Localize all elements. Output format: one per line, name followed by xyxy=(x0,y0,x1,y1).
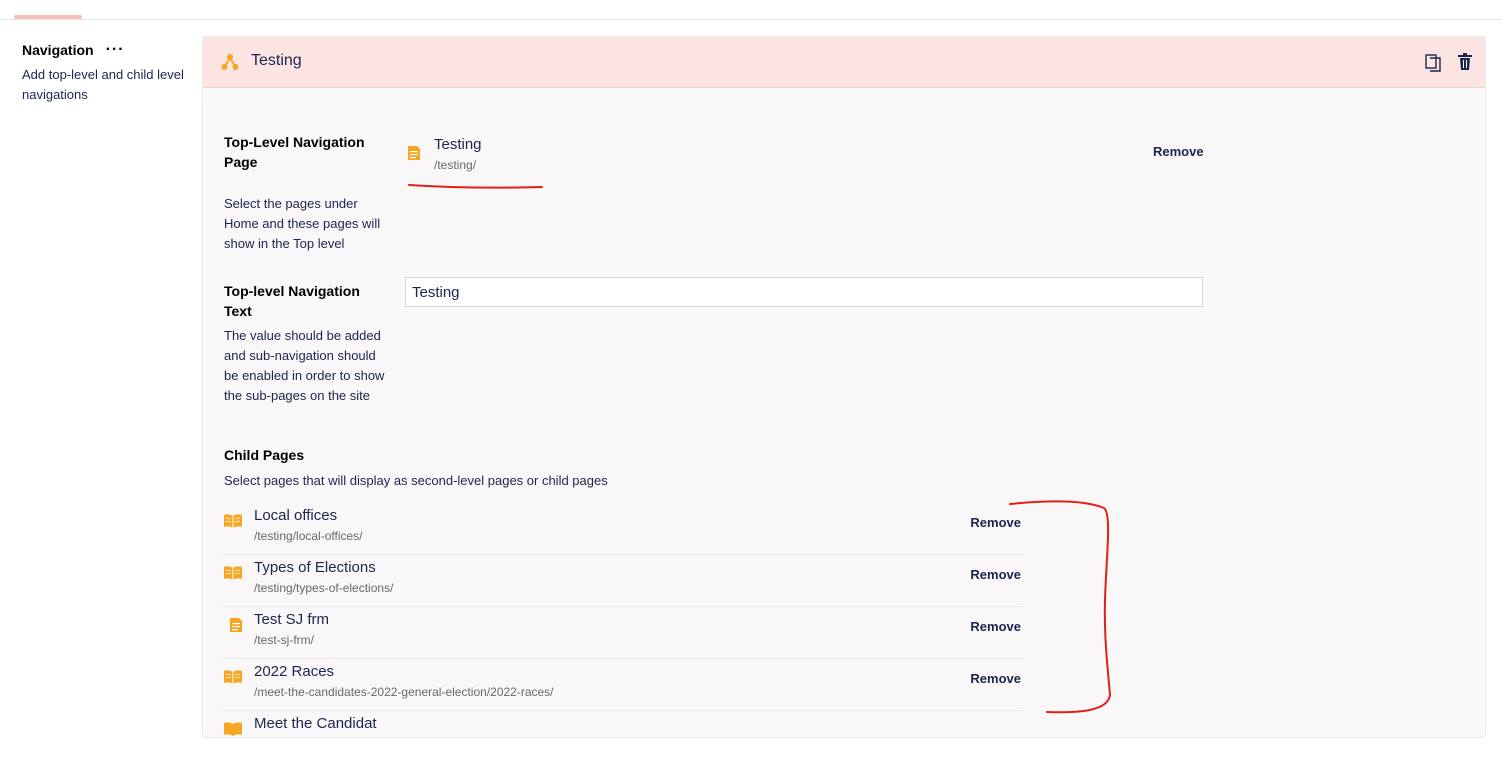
selected-page-name[interactable]: Testing xyxy=(434,136,482,153)
remove-child-page-button[interactable]: Remove xyxy=(970,619,1021,634)
child-page-name: Test SJ frm xyxy=(254,611,330,628)
book-icon xyxy=(224,670,242,684)
remove-top-level-page-button[interactable]: Remove xyxy=(1153,144,1204,159)
block-header[interactable]: Testing xyxy=(203,37,1485,88)
top-level-page-label: Top-Level Navigation Page xyxy=(224,134,365,170)
child-page-row[interactable]: Local offices /testing/local-offices/ Re… xyxy=(223,502,1023,555)
child-page-name: 2022 Races xyxy=(254,663,335,680)
child-page-row[interactable]: Meet the Candidat xyxy=(223,710,1023,762)
child-page-url: /test-sj-frm/ xyxy=(254,633,314,647)
top-level-text-hint: The value should be added and sub-naviga… xyxy=(224,328,385,403)
child-page-url: /meet-the-candidates-2022-general-electi… xyxy=(254,685,554,699)
copy-icon[interactable] xyxy=(1425,54,1441,72)
child-page-row[interactable]: Types of Elections /testing/types-of-ele… xyxy=(223,554,1023,607)
delete-icon[interactable] xyxy=(1457,53,1473,71)
selected-page-url: /testing/ xyxy=(434,158,477,172)
block-title: Testing xyxy=(251,52,302,69)
book-icon xyxy=(224,514,242,528)
child-pages-hint: Select pages that will display as second… xyxy=(224,473,608,488)
section-info: Navigation ··· Add top-level and child l… xyxy=(22,40,192,105)
child-pages-label: Child Pages xyxy=(224,447,305,463)
top-divider xyxy=(0,19,1502,20)
document-icon xyxy=(230,618,242,632)
more-options-icon[interactable]: ··· xyxy=(106,42,125,58)
section-title: Navigation xyxy=(22,42,94,58)
remove-child-page-button[interactable]: Remove xyxy=(970,567,1021,582)
section-description: Add top-level and child level navigation… xyxy=(22,67,184,102)
top-level-page-hint: Select the pages under Home and these pa… xyxy=(224,196,381,251)
child-page-url: /testing/local-offices/ xyxy=(254,529,363,543)
child-page-url: /testing/types-of-elections/ xyxy=(254,581,394,595)
active-tab-indicator xyxy=(14,15,82,19)
child-page-name: Types of Elections xyxy=(254,559,376,576)
child-page-name: Local offices xyxy=(254,507,338,524)
top-level-text-input[interactable] xyxy=(405,277,1203,307)
child-page-name: Meet the Candidat xyxy=(254,715,377,732)
document-icon xyxy=(408,146,420,160)
child-page-row[interactable]: 2022 Races /meet-the-candidates-2022-gen… xyxy=(223,658,1023,711)
navigation-block: Testing Top-Level Navigation Page Select… xyxy=(202,36,1486,738)
book-icon xyxy=(224,566,242,580)
remove-child-page-button[interactable]: Remove xyxy=(970,671,1021,686)
top-level-text-label: Top-level Navigation Text xyxy=(224,283,360,319)
remove-child-page-button[interactable]: Remove xyxy=(970,515,1021,530)
book-icon xyxy=(224,722,242,736)
navigation-tree-icon xyxy=(221,54,239,70)
child-page-row[interactable]: Test SJ frm /test-sj-frm/ Remove xyxy=(223,606,1023,659)
